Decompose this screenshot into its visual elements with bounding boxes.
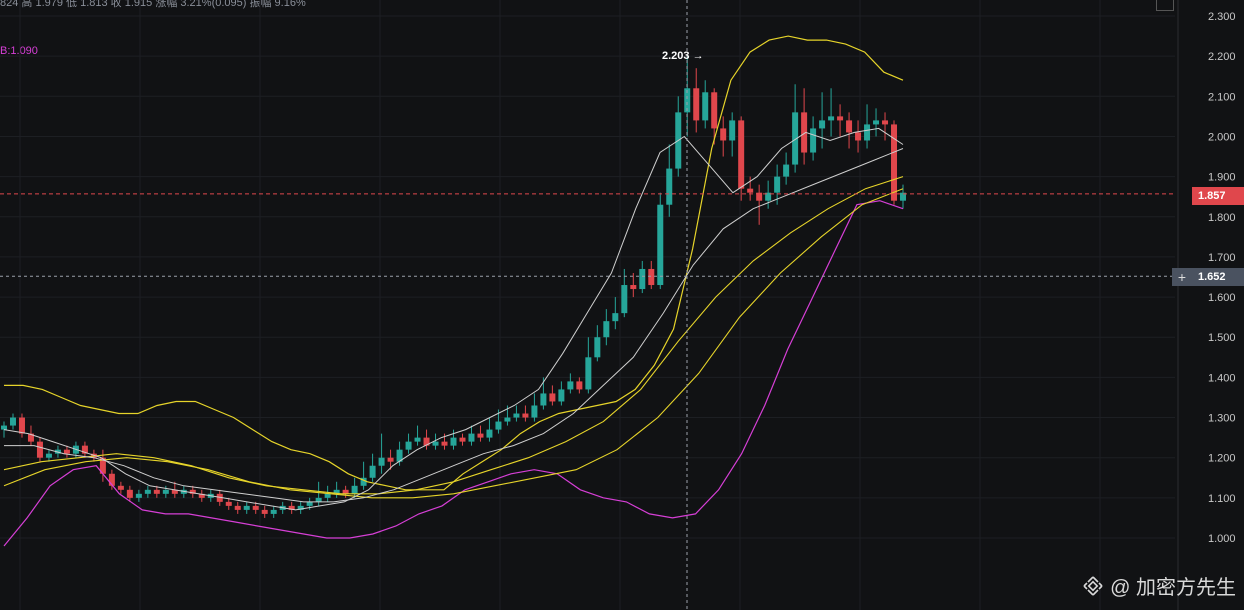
candle-body xyxy=(450,437,457,446)
candle-body xyxy=(594,337,601,358)
candle-body xyxy=(693,88,700,121)
y-tick-label: 2.000 xyxy=(1208,131,1236,143)
bollinger-upper-line xyxy=(4,35,904,491)
candle-body xyxy=(234,505,241,510)
candle-body xyxy=(873,120,880,125)
y-tick-label: 1.900 xyxy=(1208,172,1236,184)
candle-body xyxy=(342,489,349,494)
y-tick-label: 1.400 xyxy=(1208,372,1236,384)
candle-body xyxy=(9,417,16,426)
candle-body xyxy=(657,204,664,286)
candle-body xyxy=(495,421,502,430)
y-tick-label: 1.700 xyxy=(1208,252,1236,264)
candle-body xyxy=(837,116,844,121)
candle-body xyxy=(432,441,439,446)
candle-body xyxy=(504,417,511,422)
candle-body xyxy=(774,176,781,193)
y-tick-label: 1.100 xyxy=(1208,493,1236,505)
crosshair-add-icon[interactable]: + xyxy=(1172,268,1192,286)
candle-body xyxy=(324,493,331,498)
candle-body xyxy=(369,465,376,478)
candle-body xyxy=(612,313,619,322)
candle-body xyxy=(414,437,421,442)
candle-body xyxy=(243,505,250,510)
candle-body xyxy=(270,509,277,514)
candle-body xyxy=(468,433,475,442)
candle-body xyxy=(135,493,142,498)
candle-body xyxy=(810,128,817,153)
candle-body xyxy=(63,449,70,454)
y-tick-label: 2.300 xyxy=(1208,11,1236,23)
candle-body xyxy=(522,413,529,418)
candle-body xyxy=(261,509,268,514)
candle-body xyxy=(882,120,889,125)
ma-yellow-line xyxy=(3,188,904,499)
last-price-tag: 1.857 xyxy=(1192,187,1244,205)
candle-body xyxy=(126,489,133,498)
candle-body xyxy=(828,116,835,121)
candle-body xyxy=(630,285,637,290)
watermark-text: @ 加密方先生 xyxy=(1110,577,1236,599)
y-tick-label: 1.200 xyxy=(1208,453,1236,465)
candle-body xyxy=(315,497,322,502)
candle-body xyxy=(621,285,628,314)
candle-body xyxy=(729,120,736,141)
candle-body xyxy=(720,128,727,141)
candle-body xyxy=(702,92,709,121)
binance-logo-icon xyxy=(1083,575,1103,596)
candle-body xyxy=(486,429,493,438)
candle-body xyxy=(459,437,466,442)
candle-body xyxy=(738,120,745,189)
candle-body xyxy=(783,164,790,177)
price-chart[interactable]: 1.000 1.100 1.200 1.300 1.400 1.500 1.600 1.700… xyxy=(0,0,1244,610)
peak-price-label: 2.203 → xyxy=(662,50,704,62)
candle-body xyxy=(513,413,520,418)
y-tick-label: 1.600 xyxy=(1208,292,1236,304)
candle-body xyxy=(378,457,385,466)
candle-body xyxy=(585,357,592,390)
candle-body xyxy=(855,132,862,141)
candle-body xyxy=(225,501,232,506)
candle-body xyxy=(45,453,52,458)
candle-body xyxy=(603,321,610,338)
candle-body xyxy=(819,120,826,129)
candle-body xyxy=(351,485,358,494)
candle-body xyxy=(648,268,655,286)
y-tick-label: 1.000 xyxy=(1208,533,1236,545)
candle-body xyxy=(639,268,646,290)
y-tick-label: 1.500 xyxy=(1208,332,1236,344)
candle-body xyxy=(144,489,151,494)
candle-body xyxy=(891,124,898,201)
y-tick-label: 2.200 xyxy=(1208,51,1236,63)
candle-body xyxy=(747,188,754,193)
candle-body xyxy=(711,92,718,129)
candle-body xyxy=(306,501,313,506)
candle-body xyxy=(477,433,484,438)
candle-body xyxy=(18,417,25,434)
candle-body xyxy=(153,489,160,494)
candle-body xyxy=(666,168,673,205)
crosshair-price-tag: 1.652 xyxy=(1192,268,1244,286)
candle-body xyxy=(540,393,547,406)
candle-body xyxy=(576,381,583,390)
y-tick-label: 2.100 xyxy=(1208,91,1236,103)
y-tick-label: 1.300 xyxy=(1208,413,1236,425)
candle-body xyxy=(441,441,448,446)
watermark: @ 加密方先生 xyxy=(1082,571,1236,600)
candle-body xyxy=(549,393,556,402)
candle-body xyxy=(252,505,259,510)
candle-body xyxy=(567,381,574,390)
candle-body xyxy=(846,120,853,133)
candle-body xyxy=(1,425,7,430)
candle-body xyxy=(558,389,565,402)
candle-body xyxy=(405,441,412,450)
candle-body xyxy=(387,457,394,462)
candle-body xyxy=(117,485,124,490)
candle-body xyxy=(36,441,43,458)
candle-body xyxy=(864,124,871,141)
candle-body xyxy=(162,489,169,494)
y-tick-label: 1.800 xyxy=(1208,212,1236,224)
candle-body xyxy=(531,405,538,418)
